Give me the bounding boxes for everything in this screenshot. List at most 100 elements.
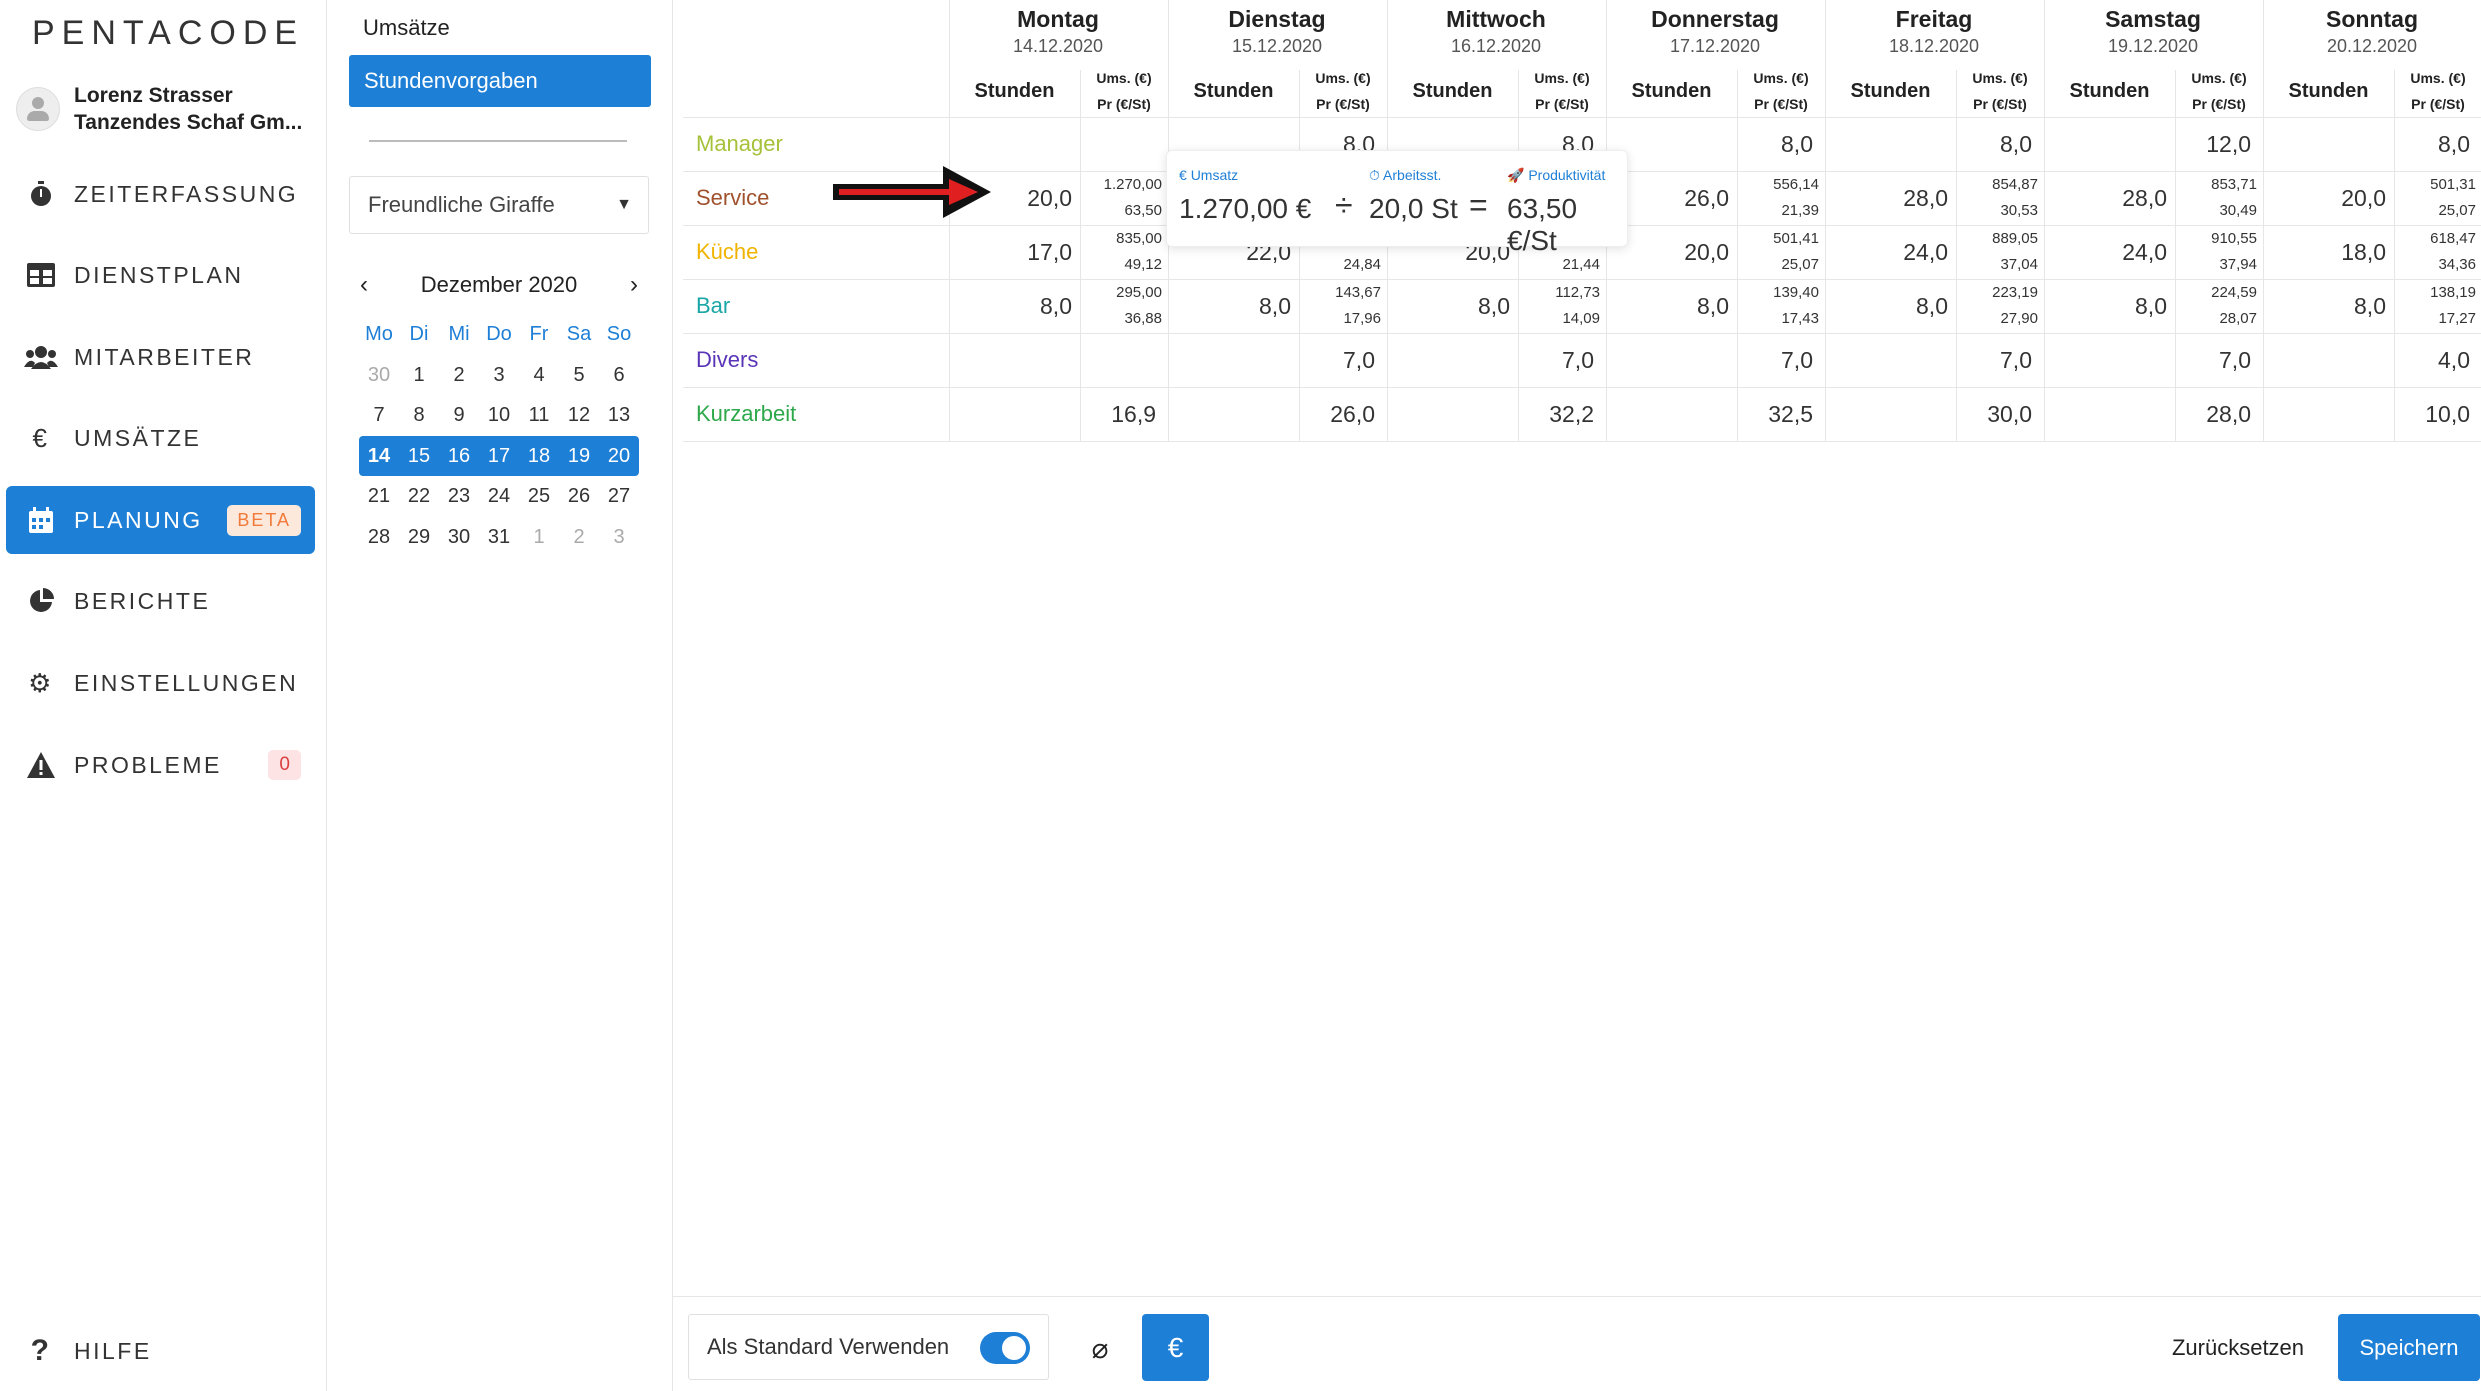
calendar-day[interactable]: 2 [559, 517, 599, 557]
calendar-day[interactable]: 11 [519, 395, 559, 435]
use-as-default-control[interactable]: Als Standard Verwenden [688, 1314, 1049, 1380]
calendar-day[interactable]: 18 [519, 436, 559, 476]
cell-hours[interactable]: 7,0 [1825, 347, 2032, 374]
calendar-day[interactable]: 23 [439, 476, 479, 516]
nav-item-einstellungen[interactable]: ⚙ EINSTELLUNGEN [6, 649, 315, 717]
cell-hours[interactable]: 30,0 [1825, 401, 2032, 428]
cell-hours[interactable]: 24,0 [1825, 239, 1948, 266]
calendar-week-row[interactable]: 28 29 30 31 1 2 3 [359, 517, 639, 558]
tt-umsatz-value: 1.270,00 € [1179, 193, 1312, 224]
cell-hours[interactable]: 28,0 [2044, 401, 2251, 428]
cell-hours[interactable]: 26,0 [1168, 401, 1375, 428]
calendar-day[interactable]: 21 [359, 476, 399, 516]
calendar-day[interactable]: 31 [479, 517, 519, 557]
cell-hours[interactable]: 8,0 [1825, 131, 2032, 158]
use-as-default-toggle[interactable] [980, 1332, 1030, 1364]
nav-item-berichte[interactable]: BERICHTE [6, 567, 315, 635]
calendar-day[interactable]: 24 [479, 476, 519, 516]
nav-item-dienstplan[interactable]: DIENSTPLAN [6, 241, 315, 309]
cell-hours[interactable]: 12,0 [2044, 131, 2251, 158]
calendar-day[interactable]: 12 [559, 395, 599, 435]
nav-item-zeiterfassung[interactable]: ZEITERFASSUNG [6, 160, 315, 228]
calendar-day[interactable]: 14 [359, 436, 399, 476]
calendar-day[interactable]: 27 [599, 476, 639, 516]
cell-hours[interactable]: 20,0 [2263, 185, 2386, 212]
cell-hours[interactable]: 7,0 [1168, 347, 1375, 374]
calendar-day[interactable]: 8 [399, 395, 439, 435]
cell-hours[interactable]: 32,5 [1606, 401, 1813, 428]
calendar-day[interactable]: 3 [479, 355, 519, 395]
calendar-week-row[interactable]: 14 15 16 17 18 19 20 [359, 435, 639, 476]
nav-item-umsaetze[interactable]: € UMSÄTZE [6, 404, 315, 472]
calendar-day[interactable]: 7 [359, 395, 399, 435]
nav-item-mitarbeiter[interactable]: MITARBEITER [6, 323, 315, 391]
cell-hours[interactable]: 18,0 [2263, 239, 2386, 266]
cell-hours[interactable]: 17,0 [949, 239, 1072, 266]
calendar-prev-button[interactable]: ‹ [349, 271, 379, 299]
cell-hours[interactable]: 8,0 [2263, 131, 2470, 158]
cell-hours[interactable]: 10,0 [2263, 401, 2470, 428]
calendar-day[interactable]: 17 [479, 436, 519, 476]
save-button[interactable]: Speichern [2338, 1314, 2480, 1381]
cell-umsatz: 1.270,00 [1103, 176, 1162, 193]
calendar-day[interactable]: 29 [399, 517, 439, 557]
calendar-day[interactable]: 20 [599, 436, 639, 476]
calendar-day[interactable]: 30 [439, 517, 479, 557]
calendar-week-row[interactable]: 21 22 23 24 25 26 27 [359, 476, 639, 517]
cell-hours[interactable]: 4,0 [2263, 347, 2470, 374]
calendar-day[interactable]: 25 [519, 476, 559, 516]
cell-hours[interactable]: 8,0 [1606, 131, 1813, 158]
nav-item-planung[interactable]: PLANUNG BETA [6, 486, 315, 554]
average-button[interactable]: ⌀ [1070, 1318, 1130, 1378]
footer-divider [673, 1296, 2481, 1297]
cell-hours[interactable]: 8,0 [1387, 293, 1510, 320]
cell-hours[interactable]: 8,0 [949, 293, 1072, 320]
cell-hours[interactable]: 7,0 [1387, 347, 1594, 374]
calendar-week-row[interactable]: 7 8 9 10 11 12 13 [359, 395, 639, 436]
subnav-umsaetze[interactable]: Umsätze [363, 15, 450, 41]
calendar-day[interactable]: 1 [399, 355, 439, 395]
nav-item-hilfe[interactable]: ? HILFE [6, 1317, 315, 1385]
calendar-day[interactable]: 5 [559, 355, 599, 395]
calendar-day[interactable]: 26 [559, 476, 599, 516]
cell-umsatz: 889,05 [1992, 230, 2038, 247]
calendar-day[interactable]: 30 [359, 355, 399, 395]
subnav-stundenvorgaben[interactable]: Stundenvorgaben [349, 55, 651, 107]
cell-hours[interactable]: 8,0 [2044, 293, 2167, 320]
calendar-day[interactable]: 13 [599, 395, 639, 435]
cell-hours[interactable]: 16,9 [949, 401, 1156, 428]
calendar-day[interactable]: 2 [439, 355, 479, 395]
calendar-day[interactable]: 28 [359, 517, 399, 557]
calendar-day[interactable]: 1 [519, 517, 559, 557]
cell-hours[interactable]: 32,2 [1387, 401, 1594, 428]
reset-button[interactable]: Zurücksetzen [2163, 1314, 2313, 1381]
calendar-day[interactable]: 22 [399, 476, 439, 516]
location-select[interactable]: Freundliche Giraffe ▼ [349, 176, 649, 234]
calendar-week-row[interactable]: 30 1 2 3 4 5 6 [359, 355, 639, 396]
cell-hours[interactable]: 7,0 [1606, 347, 1813, 374]
cell-hours[interactable]: 7,0 [2044, 347, 2251, 374]
calendar-next-button[interactable]: › [619, 271, 649, 299]
nav-item-probleme[interactable]: PROBLEME 0 [6, 731, 315, 799]
cell-hours[interactable]: 8,0 [2263, 293, 2386, 320]
calendar-day[interactable]: 19 [559, 436, 599, 476]
row-divider [683, 333, 2481, 334]
euro-button[interactable]: € [1142, 1314, 1209, 1381]
euro-icon: € [32, 422, 50, 453]
cell-hours[interactable]: 8,0 [1168, 293, 1291, 320]
calendar-day[interactable]: 3 [599, 517, 639, 557]
cell-umsatz: 501,31 [2430, 176, 2476, 193]
cell-hours[interactable]: 28,0 [1825, 185, 1948, 212]
app-logo[interactable]: PENTACODE [32, 14, 304, 53]
calendar-day[interactable]: 4 [519, 355, 559, 395]
user-profile[interactable]: Lorenz Strasser Tanzendes Schaf Gm... [16, 82, 302, 136]
cell-hours[interactable]: 24,0 [2044, 239, 2167, 266]
calendar-day[interactable]: 15 [399, 436, 439, 476]
cell-hours[interactable]: 8,0 [1825, 293, 1948, 320]
calendar-day[interactable]: 10 [479, 395, 519, 435]
cell-hours[interactable]: 28,0 [2044, 185, 2167, 212]
calendar-day[interactable]: 6 [599, 355, 639, 395]
calendar-day[interactable]: 9 [439, 395, 479, 435]
calendar-day[interactable]: 16 [439, 436, 479, 476]
cell-hours[interactable]: 8,0 [1606, 293, 1729, 320]
